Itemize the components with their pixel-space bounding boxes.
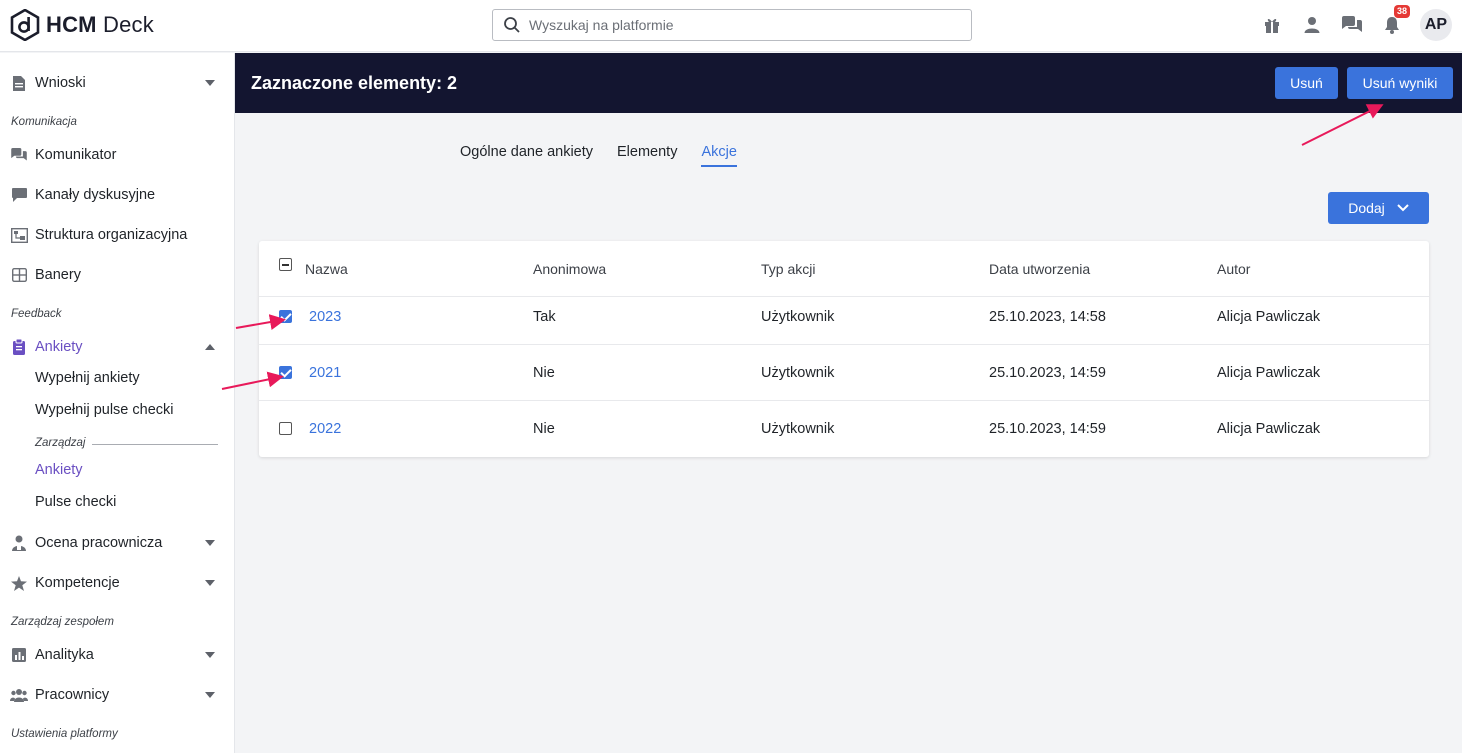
row-name-link[interactable]: 2022 (309, 401, 341, 457)
row-checkbox[interactable] (279, 310, 292, 323)
chevron-down-icon (1397, 204, 1409, 212)
sidebar-item-ankiety[interactable]: Ankiety (0, 327, 234, 367)
row-author: Alicja Pawliczak (1217, 421, 1321, 437)
sidebar-item-label: Kanały dyskusyjne (35, 187, 156, 203)
chevron-down-icon (205, 580, 215, 586)
row-checkbox[interactable] (279, 422, 292, 435)
add-button-label: Dodaj (1348, 200, 1385, 216)
star-icon (10, 574, 28, 592)
tab-elements[interactable]: Elementy (617, 144, 677, 167)
bar-chart-icon (10, 646, 28, 664)
table-row[interactable]: 2021 Nie Użytkownik 25.10.2023, 14:59 Al… (259, 345, 1429, 401)
row-anonymous: Nie (533, 421, 555, 437)
logo-icon (10, 9, 40, 41)
column-header-created[interactable]: Data utworzenia (989, 241, 1090, 296)
avatar[interactable]: AP (1420, 9, 1452, 41)
tab-bar: Ogólne dane ankiety Elementy Akcje (460, 144, 737, 167)
sidebar-item-label: Ankiety (35, 339, 83, 355)
search-input[interactable] (529, 17, 949, 33)
row-anonymous: Tak (533, 308, 556, 325)
add-button[interactable]: Dodaj (1328, 192, 1429, 224)
users-icon (10, 686, 28, 704)
logo[interactable]: HCM Deck (10, 9, 154, 41)
sidebar-item-label: Banery (35, 267, 81, 283)
row-author: Alicja Pawliczak (1217, 364, 1321, 381)
sidebar-item-label: Ocena pracownicza (35, 535, 163, 551)
sidebar-item-label: Analityka (35, 647, 94, 663)
chevron-down-icon (205, 692, 215, 698)
user-icon[interactable] (1300, 13, 1324, 37)
sidebar-item-struktura[interactable]: Struktura organizacyjna (0, 215, 234, 255)
row-type: Użytkownik (761, 308, 835, 325)
org-chart-icon (10, 226, 28, 244)
subsection-label-zarzadzaj: Zarządzaj (35, 437, 86, 449)
chevron-down-icon (205, 652, 215, 658)
sidebar-item-komunikator[interactable]: Komunikator (0, 135, 234, 175)
actions-table: Nazwa Anonimowa Typ akcji Data utworzeni… (259, 241, 1429, 457)
search-box[interactable] (492, 9, 972, 41)
sidebar-item-analityka[interactable]: Analityka (0, 635, 234, 675)
column-header-author[interactable]: Autor (1217, 241, 1250, 296)
sidebar-item-banery[interactable]: Banery (0, 255, 234, 295)
sidebar-item-pracownicy[interactable]: Pracownicy (0, 675, 234, 715)
sidebar-subitem-wypelnij-ankiety[interactable]: Wypełnij ankiety (35, 370, 140, 386)
sidebar-item-label: Wnioski (35, 75, 86, 91)
row-created: 25.10.2023, 14:59 (989, 421, 1106, 437)
sidebar-subitem-ankiety[interactable]: Ankiety (35, 462, 83, 478)
notification-badge: 38 (1393, 5, 1410, 18)
sidebar-item-kompetencje[interactable]: Kompetencje (0, 563, 234, 603)
row-name-link[interactable]: 2023 (309, 289, 341, 344)
table-row[interactable]: 2023 Tak Użytkownik 25.10.2023, 14:58 Al… (259, 289, 1429, 345)
section-label-feedback: Feedback (11, 308, 62, 320)
section-label-zespol: Zarządzaj zespołem (11, 616, 114, 628)
bell-icon[interactable]: 38 (1380, 5, 1410, 37)
tab-general[interactable]: Ogólne dane ankiety (460, 144, 593, 167)
select-all-checkbox[interactable] (279, 258, 292, 271)
employee-icon (10, 534, 28, 552)
row-type: Użytkownik (761, 364, 835, 381)
column-header-type[interactable]: Typ akcji (761, 241, 815, 296)
section-label-ustawienia: Ustawienia platformy (11, 728, 118, 740)
tab-actions[interactable]: Akcje (701, 144, 737, 167)
row-checkbox[interactable] (279, 366, 292, 379)
sidebar-item-wnioski[interactable]: Wnioski (0, 63, 234, 103)
gift-icon[interactable] (1260, 13, 1284, 37)
logo-text: HCM Deck (46, 12, 154, 37)
section-label-komunikacja: Komunikacja (11, 116, 77, 128)
row-created: 25.10.2023, 14:59 (989, 364, 1106, 381)
row-anonymous: Nie (533, 364, 555, 381)
divider (92, 444, 218, 445)
sidebar-item-label: Pracownicy (35, 687, 110, 703)
grid-icon (10, 266, 28, 284)
search-icon (504, 17, 520, 33)
message-icon (10, 186, 28, 204)
chevron-down-icon (205, 80, 215, 86)
row-name-link[interactable]: 2021 (309, 345, 341, 400)
row-author: Alicja Pawliczak (1217, 308, 1321, 325)
sidebar: Wnioski Komunikacja Komunikator Kanały d… (0, 53, 235, 753)
sidebar-item-label: Kompetencje (35, 575, 120, 591)
sidebar-item-ocena[interactable]: Ocena pracownicza (0, 523, 234, 563)
document-icon (10, 74, 28, 92)
chevron-down-icon (205, 540, 215, 546)
table-row[interactable]: 2022 Nie Użytkownik 25.10.2023, 14:59 Al… (259, 401, 1429, 457)
column-header-anonymous[interactable]: Anonimowa (533, 241, 606, 296)
row-created: 25.10.2023, 14:58 (989, 308, 1106, 325)
column-header-name[interactable]: Nazwa (305, 241, 348, 296)
selection-title: Zaznaczone elementy: 2 (251, 73, 458, 93)
sidebar-item-label: Struktura organizacyjna (35, 227, 188, 243)
sidebar-subitem-wypelnij-pulse[interactable]: Wypełnij pulse checki (35, 402, 174, 418)
sidebar-subitem-pulse-checki[interactable]: Pulse checki (35, 494, 116, 510)
sidebar-item-label: Komunikator (35, 147, 117, 163)
clipboard-icon (10, 338, 28, 356)
delete-results-button[interactable]: Usuń wyniki (1347, 67, 1453, 99)
chat-icon (10, 146, 28, 164)
row-type: Użytkownik (761, 421, 835, 437)
chevron-up-icon (205, 344, 215, 350)
top-bar: HCM Deck 38 AP (0, 0, 1462, 52)
chat-icon[interactable] (1340, 13, 1364, 37)
sidebar-item-kanaly[interactable]: Kanały dyskusyjne (0, 175, 234, 215)
delete-button[interactable]: Usuń (1275, 67, 1338, 99)
